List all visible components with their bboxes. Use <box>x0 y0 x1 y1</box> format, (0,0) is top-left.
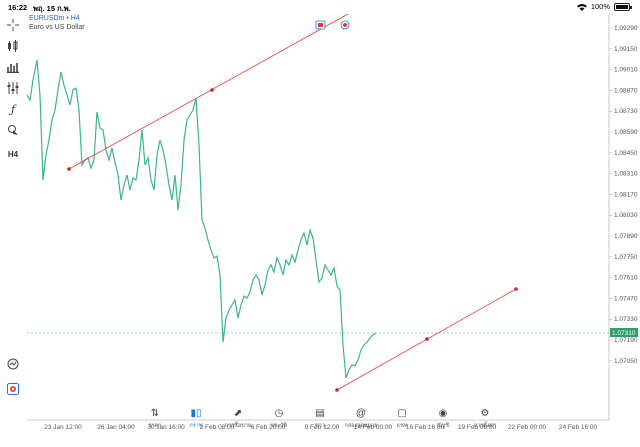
price-axis-label: 1.09290 <box>614 25 638 32</box>
nav-item-label: กราฟ <box>189 423 203 429</box>
price-axis-label: 1.09150 <box>614 46 638 53</box>
price-axis-label: 1.07610 <box>614 275 638 282</box>
trendline-upper-anchor-start[interactable] <box>67 167 71 171</box>
nav-item-label: ประวัติ <box>270 423 288 429</box>
price-axis-label: 1.08030 <box>614 212 638 219</box>
price-axis-label: 1.07190 <box>614 337 638 344</box>
trendline-lower-anchor-mid[interactable] <box>425 337 429 341</box>
time-axis-label: 24 Feb 16:00 <box>559 424 598 430</box>
trendline-upper[interactable] <box>68 13 349 170</box>
trendline-lower-anchor-start[interactable] <box>335 388 339 392</box>
price-series <box>26 59 377 379</box>
price-axis-label: 1.07470 <box>614 295 638 302</box>
price-axis-label: 1.08170 <box>614 191 638 198</box>
nav-item-label: การตั้งค่า <box>473 423 497 429</box>
chat-icon: ▢ <box>397 408 407 419</box>
current-price-value: 1.07310 <box>612 330 636 337</box>
nav-item-label: ข่าว <box>315 423 325 429</box>
chart-icon: ▮▯ <box>190 408 202 419</box>
price-axis-label: 1.07330 <box>614 316 638 323</box>
price-chart[interactable]: 1.09290 1.09150 1.09010 1.08870 1.08730 1.085… <box>0 0 640 430</box>
mailbox-icon: @ <box>355 408 367 419</box>
price-axis-label: 1.07750 <box>614 254 638 261</box>
price-axis-label: 1.08450 <box>614 150 638 157</box>
price-axis-label: 1.08730 <box>614 108 638 115</box>
account-icon: ◉ <box>438 408 448 419</box>
event-flag-icon[interactable] <box>315 20 326 30</box>
nav-item-label: บัญชี <box>437 423 449 429</box>
time-axis-label: 22 Feb 00:00 <box>508 424 547 430</box>
trendline-upper-anchor-mid[interactable] <box>210 88 214 92</box>
price-axis-label: 1.07050 <box>614 358 638 365</box>
nav-item-label: การซื้อขาย <box>224 423 252 429</box>
history-icon: ◷ <box>274 408 284 419</box>
bottom-navigation: ⇅ ราคา ▮▯ กราฟ ⬈ การซื้อขาย ◷ ประวัติ ▤ ข่าว @ กล่อ… <box>0 409 640 447</box>
event-marker-icon[interactable] <box>340 20 350 30</box>
quotes-icon: ⇅ <box>150 408 160 419</box>
trendline-lower-anchor-end[interactable] <box>514 287 518 291</box>
price-axis-label: 1.08310 <box>614 171 638 178</box>
price-axis-label: 1.08870 <box>614 87 638 94</box>
time-axis-label: 26 Jan 04:00 <box>97 424 135 430</box>
price-axis-label: 1.07890 <box>614 233 638 240</box>
trade-icon: ⬈ <box>233 408 243 419</box>
news-icon: ▤ <box>315 408 325 419</box>
settings-icon: ⚙ <box>480 408 490 419</box>
time-axis-label: 23 Jan 12:00 <box>44 424 82 430</box>
nav-item-label: แชท <box>396 423 408 429</box>
price-axis-label: 1.08590 <box>614 129 638 136</box>
nav-item-label: ราคา <box>148 423 162 429</box>
price-axis-label: 1.09010 <box>614 67 638 74</box>
nav-item-label: กล่องจดหมาย <box>344 423 378 429</box>
